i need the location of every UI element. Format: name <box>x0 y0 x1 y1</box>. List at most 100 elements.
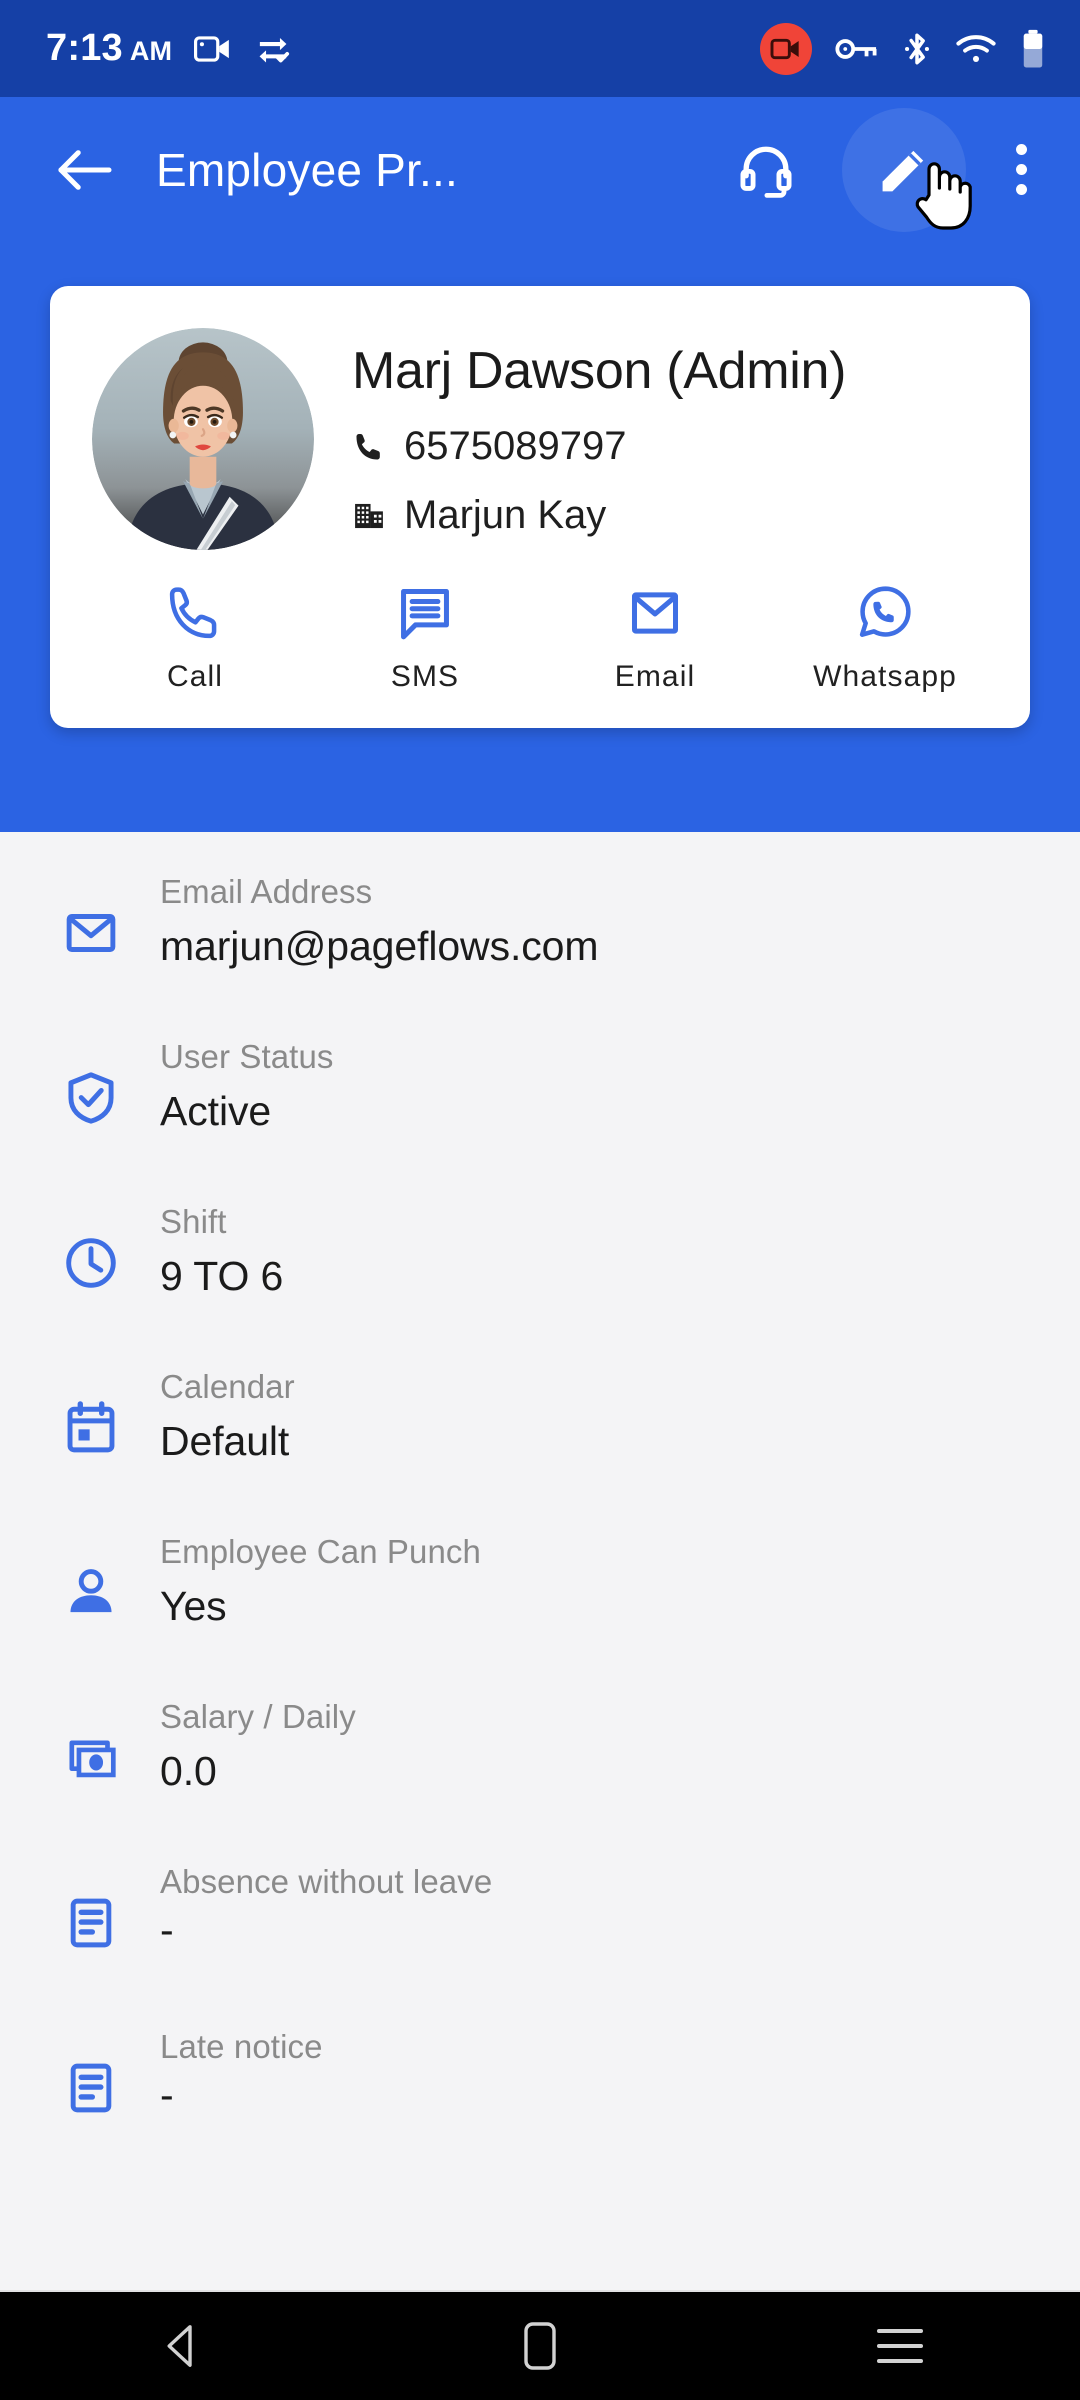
avatar <box>92 328 314 550</box>
detail-label: Absence without leave <box>160 1863 493 1900</box>
support-button[interactable] <box>718 122 814 218</box>
nav-back-button[interactable] <box>105 2292 255 2400</box>
edit-pencil-icon <box>882 150 924 191</box>
money-stack-icon <box>62 1687 124 1787</box>
whatsapp-action-label: Whatsapp <box>813 660 957 693</box>
clock-icon <box>62 1192 124 1292</box>
detail-value: - <box>160 1906 174 1953</box>
detail-body: Late notice - <box>160 2017 323 2116</box>
clock-time: 7:13 <box>46 27 123 69</box>
employee-avatar-illustration <box>92 328 314 550</box>
phone-icon <box>352 430 386 464</box>
whatsapp-icon <box>859 586 911 637</box>
profile-card: Marj Dawson (Admin) 6575089797 Marjun Ka… <box>50 286 1030 728</box>
detail-value: 9 TO 6 <box>160 1252 284 1299</box>
detail-body: User Status Active <box>160 1027 334 1138</box>
edit-button[interactable] <box>842 107 972 232</box>
overflow-menu-button[interactable] <box>986 122 1056 218</box>
more-vert-icon-dot <box>1015 184 1027 195</box>
shield-check-icon <box>62 1027 124 1127</box>
detail-body: Employee Can Punch Yes <box>160 1522 481 1633</box>
screen-recording-badge-icon <box>760 22 812 75</box>
nav-recents-icon <box>877 2329 923 2363</box>
building-icon <box>352 499 386 533</box>
back-button[interactable] <box>46 132 122 208</box>
nav-recents-button[interactable] <box>825 2292 975 2400</box>
more-vert-icon <box>1015 144 1027 155</box>
email-envelope-icon <box>62 862 124 962</box>
profile-name: Marj Dawson (Admin) <box>352 342 847 400</box>
battery-icon <box>1020 29 1046 69</box>
back-arrow-icon <box>58 149 112 190</box>
detail-row-shift[interactable]: Shift 9 TO 6 <box>0 1192 1080 1357</box>
headset-icon <box>740 146 792 198</box>
detail-label: User Status <box>160 1038 334 1075</box>
profile-info: Marj Dawson (Admin) 6575089797 Marjun Ka… <box>352 328 847 538</box>
status-bar-right <box>760 22 1046 75</box>
call-action-button[interactable]: Call <box>80 582 310 694</box>
status-bar: 7:13 AM <box>0 0 1080 97</box>
email-action-label: Email <box>614 660 696 693</box>
detail-label: Shift <box>160 1203 227 1240</box>
profile-company-row: Marjun Kay <box>352 493 846 538</box>
detail-value: Default <box>160 1417 290 1464</box>
person-icon <box>62 1522 124 1622</box>
detail-row-calendar[interactable]: Calendar Default <box>0 1357 1080 1522</box>
detail-value: - <box>160 2071 174 2118</box>
calendar-icon <box>62 1357 124 1457</box>
status-bar-left: 7:13 AM <box>46 27 292 70</box>
more-vert-icon-dot <box>1015 164 1027 175</box>
phone-screen: 7:13 AM Employee Pr... Marj Dawson (Admi… <box>0 0 1080 2400</box>
article-document-icon <box>62 1852 124 1952</box>
app-bar: Employee Pr... <box>0 97 1080 242</box>
detail-value: marjun@pageflows.com <box>160 922 599 969</box>
profile-phone-row: 6575089797 <box>352 424 846 469</box>
sms-chat-icon <box>401 589 449 640</box>
detail-label: Employee Can Punch <box>160 1533 481 1570</box>
profile-company: Marjun Kay <box>404 493 607 538</box>
mouse-cursor-hand-icon <box>904 152 978 232</box>
clock-meridiem: AM <box>129 36 173 66</box>
detail-label: Email Address <box>160 873 373 910</box>
nav-back-icon <box>167 2325 192 2367</box>
profile-summary: Marj Dawson (Admin) 6575089797 Marjun Ka… <box>50 286 1030 560</box>
call-action-label: Call <box>166 660 224 693</box>
bluetooth-icon <box>902 30 932 68</box>
whatsapp-action-button[interactable]: Whatsapp <box>770 582 1000 694</box>
detail-value: Active <box>160 1087 272 1134</box>
email-action-button[interactable]: Email <box>540 582 770 694</box>
detail-label: Calendar <box>160 1368 295 1405</box>
detail-body: Calendar Default <box>160 1357 295 1468</box>
status-bar-clock: 7:13 AM <box>46 27 172 70</box>
employee-details-list: Email Address marjun@pageflows.com User … <box>0 862 1080 2182</box>
nav-home-icon <box>524 2322 556 2370</box>
email-envelope-icon <box>631 592 679 634</box>
profile-phone: 6575089797 <box>404 424 627 469</box>
screen-record-icon <box>194 34 232 64</box>
detail-row-salary-daily[interactable]: Salary / Daily 0.0 <box>0 1687 1080 1852</box>
phone-icon <box>169 587 217 639</box>
vpn-key-icon <box>835 35 879 63</box>
detail-value: 0.0 <box>160 1747 217 1794</box>
wifi-icon <box>955 33 997 65</box>
detail-body: Absence without leave - <box>160 1852 492 1951</box>
detail-value: Yes <box>160 1582 227 1629</box>
sms-action-label: SMS <box>390 660 460 693</box>
data-saver-icon <box>254 32 292 66</box>
detail-body: Shift 9 TO 6 <box>160 1192 283 1303</box>
detail-row-absence-without-leave[interactable]: Absence without leave - <box>0 1852 1080 2017</box>
article-document-icon <box>62 2017 124 2117</box>
page-title: Employee Pr... <box>156 143 458 196</box>
sms-action-button[interactable]: SMS <box>310 582 540 694</box>
detail-row-employee-can-punch[interactable]: Employee Can Punch Yes <box>0 1522 1080 1687</box>
detail-label: Salary / Daily <box>160 1698 356 1735</box>
detail-row-email-address[interactable]: Email Address marjun@pageflows.com <box>0 862 1080 1027</box>
android-navigation-bar <box>0 2292 1080 2400</box>
quick-actions-row: Call SMS Email Whatsapp <box>50 560 1030 728</box>
nav-home-button[interactable] <box>465 2292 615 2400</box>
app-bar-actions <box>718 107 1056 232</box>
detail-row-user-status[interactable]: User Status Active <box>0 1027 1080 1192</box>
detail-body: Salary / Daily 0.0 <box>160 1687 356 1798</box>
detail-row-late-notice[interactable]: Late notice - <box>0 2017 1080 2182</box>
detail-body: Email Address marjun@pageflows.com <box>160 862 599 973</box>
